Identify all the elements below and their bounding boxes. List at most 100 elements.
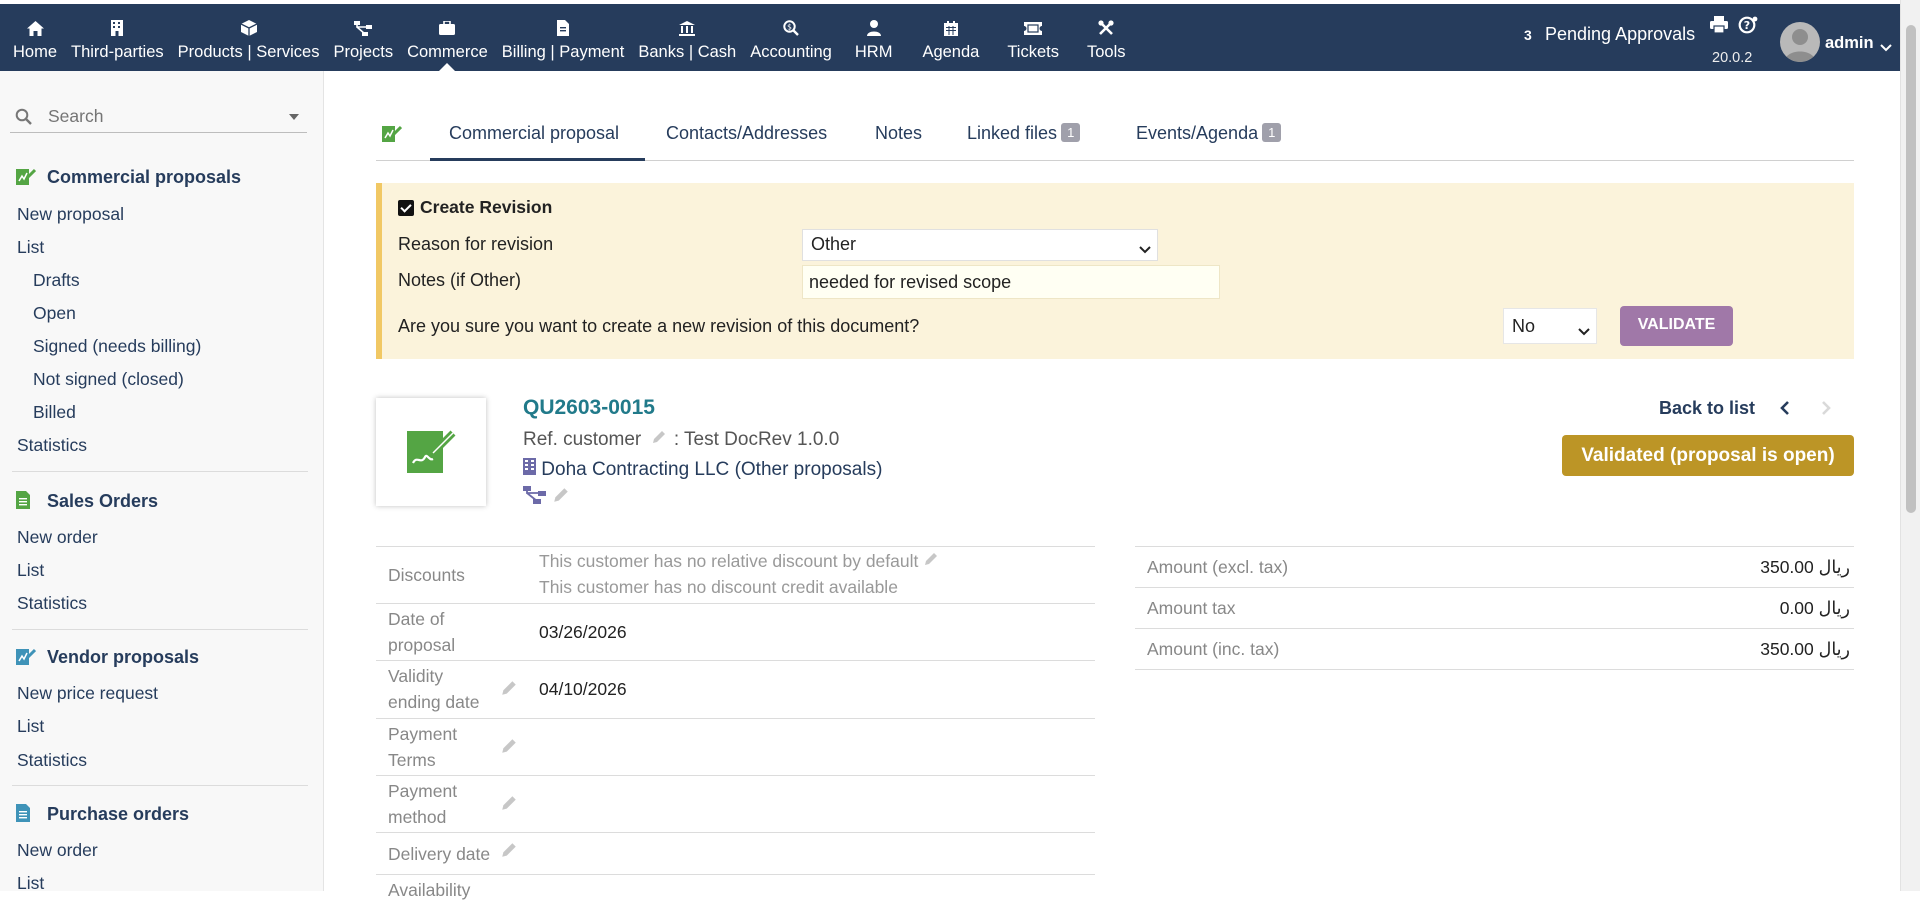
label-line: method [388, 807, 447, 827]
search-dollar-icon: $ [781, 18, 801, 38]
search-input[interactable] [46, 103, 266, 129]
proposal-thumbnail [376, 398, 486, 506]
building-icon [107, 18, 127, 38]
project-sitemap-icon [523, 486, 552, 508]
field-value: This customer has no relative discount b… [539, 551, 939, 572]
sidebar-item-list[interactable]: List [17, 716, 44, 737]
reason-selected-value: Other [811, 234, 857, 254]
menu-label: Home [13, 43, 58, 61]
confirm-select[interactable]: No [1503, 308, 1597, 344]
tab-proposal-icon[interactable] [382, 111, 403, 161]
tab-notes[interactable]: Notes [875, 111, 922, 161]
chevron-right-icon [1820, 400, 1832, 421]
menu-label: Tickets [1007, 43, 1059, 61]
user-menu[interactable]: admin [1825, 34, 1874, 53]
briefcase-icon [437, 18, 457, 38]
pending-approvals-count[interactable]: 3 [1524, 27, 1532, 43]
pencil-icon[interactable] [552, 488, 570, 508]
amount-value: 350.00 ريال [1760, 557, 1850, 577]
sidebar-item-statistics[interactable]: Statistics [17, 750, 87, 771]
sidebar-item-signed[interactable]: Signed (needs billing) [33, 336, 201, 357]
menu-label: Accounting [750, 43, 832, 61]
amount-value: 0.00 ريال [1779, 598, 1850, 618]
menu-banks-cash[interactable]: Banks | Cash [631, 4, 743, 71]
tab-label: Notes [875, 123, 923, 143]
pencil-icon[interactable] [500, 794, 518, 817]
pencil-icon[interactable] [500, 737, 518, 760]
revision-confirm-box: Create Revision Reason for revision Othe… [376, 183, 1854, 359]
field-label: Payment method [388, 778, 457, 830]
section-title-vendor-proposals[interactable]: Vendor proposals [47, 647, 199, 668]
tab-commercial-proposal[interactable]: Commercial proposal [430, 111, 645, 161]
menu-home[interactable]: Home [6, 4, 64, 71]
section-title-purchase-orders[interactable]: Purchase orders [47, 804, 189, 825]
tab-linked-files[interactable]: Linked files 1 [967, 111, 1081, 161]
search-icon [15, 108, 33, 131]
sidebar-item-new-order[interactable]: New order [17, 840, 98, 861]
bank-icon [677, 18, 697, 38]
menu-products-services[interactable]: Products | Services [171, 4, 327, 71]
field-label: Availability [388, 880, 471, 900]
caret-down-icon[interactable] [289, 114, 299, 120]
menu-agenda[interactable]: Agenda [908, 4, 993, 71]
sidebar-item-new-order[interactable]: New order [17, 527, 98, 548]
menu-tools[interactable]: Tools [1073, 4, 1140, 71]
menu-commerce[interactable]: Commerce [400, 4, 495, 71]
menu-accounting[interactable]: $ Accounting [743, 4, 839, 71]
tab-contacts-addresses[interactable]: Contacts/Addresses [666, 111, 827, 161]
amount-row-tax: Amount tax 0.00 ريال [1135, 587, 1854, 629]
proposal-ref[interactable]: QU2603-0015 [523, 396, 655, 420]
sitemap-icon [353, 18, 373, 38]
search-box[interactable] [10, 101, 307, 133]
sidebar-item-statistics[interactable]: Statistics [17, 435, 87, 456]
menu-label: Projects [333, 43, 394, 61]
sidebar-item-billed[interactable]: Billed [33, 402, 76, 423]
label-line: Payment [388, 781, 458, 801]
menu-third-parties[interactable]: Third-parties [64, 4, 171, 71]
pencil-icon[interactable] [500, 679, 518, 702]
chevron-down-icon[interactable] [1880, 37, 1892, 57]
pencil-icon[interactable] [500, 841, 518, 864]
sidebar-item-statistics[interactable]: Statistics [17, 593, 87, 614]
pencil-icon[interactable] [923, 551, 939, 571]
calendar-icon [941, 18, 961, 38]
building-icon [523, 458, 541, 480]
section-title-commercial-proposals[interactable]: Commercial proposals [47, 167, 241, 188]
menu-label: Tools [1086, 43, 1126, 61]
tab-events-agenda[interactable]: Events/Agenda 1 [1136, 111, 1282, 161]
print-icon[interactable] [1710, 16, 1728, 38]
back-to-list-link[interactable]: Back to list [1659, 398, 1755, 419]
version-label: 20.0.2 [1712, 50, 1753, 66]
other-proposals-link[interactable]: (Other proposals) [735, 459, 883, 480]
status-badge: Validated (proposal is open) [1562, 435, 1854, 476]
help-icon[interactable]: ? [1738, 16, 1758, 39]
validate-button[interactable]: VALIDATE [1620, 306, 1733, 346]
sidebar-item-list[interactable]: List [17, 237, 44, 258]
reason-select[interactable]: Other [802, 229, 1158, 261]
company-link[interactable]: Doha Contracting LLC [541, 459, 729, 480]
sidebar-item-open[interactable]: Open [33, 303, 76, 324]
menu-label: Banks | Cash [638, 43, 737, 61]
menu-projects[interactable]: Projects [326, 4, 400, 71]
pending-approvals-link[interactable]: Pending Approvals [1545, 24, 1695, 45]
chevron-left-icon[interactable] [1779, 400, 1791, 421]
notes-input[interactable]: needed for revised scope [802, 265, 1220, 299]
field-row-validity: Validity ending date 04/10/2026 [376, 660, 1095, 718]
label-line: ending date [388, 692, 480, 712]
section-title-sales-orders[interactable]: Sales Orders [47, 491, 158, 512]
menu-tickets[interactable]: Tickets [993, 4, 1073, 71]
avatar[interactable] [1780, 22, 1820, 62]
sidebar-item-list[interactable]: List [17, 560, 44, 581]
field-row-payment-method: Payment method [376, 775, 1095, 832]
sidebar-item-new-proposal[interactable]: New proposal [17, 204, 124, 225]
menu-hrm[interactable]: HRM [839, 4, 909, 71]
sidebar-item-new-price-request[interactable]: New price request [17, 683, 158, 704]
sidebar-item-not-signed[interactable]: Not signed (closed) [33, 369, 184, 390]
scrollbar-thumb[interactable] [1906, 25, 1916, 513]
sidebar-item-drafts[interactable]: Drafts [33, 270, 80, 291]
pencil-icon[interactable] [651, 429, 672, 450]
menu-label: Agenda [922, 43, 980, 61]
menu-label: Billing | Payment [501, 43, 625, 61]
menu-billing-payment[interactable]: Billing | Payment [495, 4, 632, 71]
page-scrollbar[interactable] [1900, 0, 1920, 891]
